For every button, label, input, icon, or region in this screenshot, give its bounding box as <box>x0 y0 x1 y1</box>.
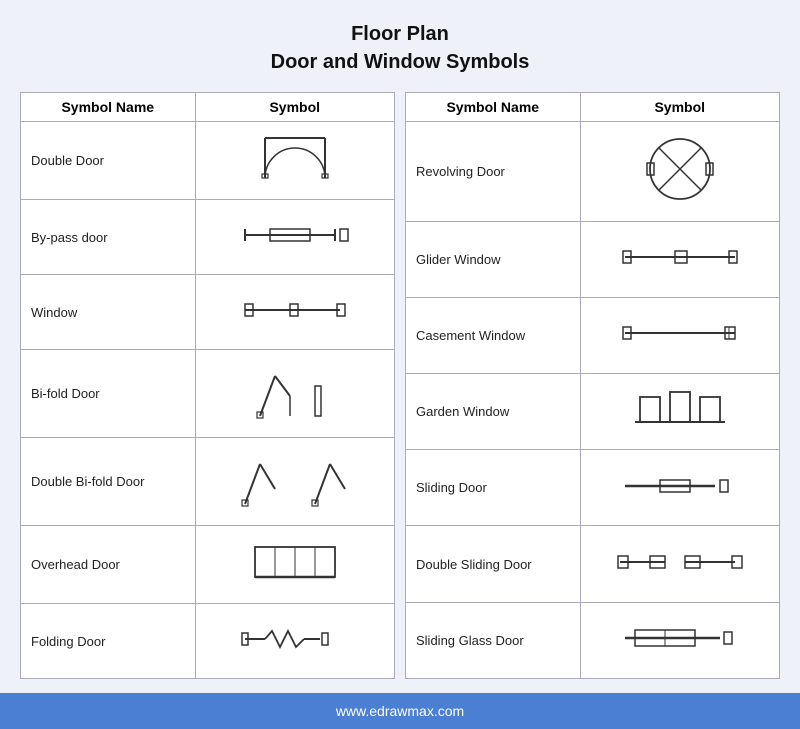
symbol-name: Double Bi-fold Door <box>21 438 196 526</box>
symbol-cell <box>580 122 779 222</box>
symbol-cell <box>580 374 779 450</box>
left-table: Symbol Name Symbol Double Door <box>20 92 395 679</box>
symbol-cell <box>195 604 394 679</box>
left-col1-header: Symbol Name <box>21 93 196 122</box>
symbol-cell <box>195 275 394 350</box>
footer-text: www.edrawmax.com <box>336 703 464 719</box>
symbol-cell <box>195 122 394 200</box>
symbol-name: Double Sliding Door <box>406 526 581 602</box>
table-row: Overhead Door <box>21 526 395 604</box>
symbol-name: Window <box>21 275 196 350</box>
symbol-name: Folding Door <box>21 604 196 679</box>
right-col2-header: Symbol <box>580 93 779 122</box>
right-col1-header: Symbol Name <box>406 93 581 122</box>
symbol-cell <box>580 602 779 678</box>
table-row: Double Sliding Door <box>406 526 780 602</box>
table-row: Bi-fold Door <box>21 350 395 438</box>
symbol-name: Overhead Door <box>21 526 196 604</box>
symbol-cell <box>580 526 779 602</box>
page-title: Floor Plan Door and Window Symbols <box>271 20 530 76</box>
tables-wrapper: Symbol Name Symbol Double Door <box>20 92 780 679</box>
symbol-cell <box>195 438 394 526</box>
symbol-name: Revolving Door <box>406 122 581 222</box>
table-row: Casement Window <box>406 297 780 373</box>
left-col2-header: Symbol <box>195 93 394 122</box>
symbol-cell <box>580 450 779 526</box>
symbol-cell <box>195 350 394 438</box>
symbol-cell <box>195 526 394 604</box>
table-row: Revolving Door <box>406 122 780 222</box>
symbol-name: Sliding Door <box>406 450 581 526</box>
table-row: Glider Window <box>406 221 780 297</box>
table-row: Sliding Door <box>406 450 780 526</box>
symbol-cell <box>195 200 394 275</box>
table-row: Folding Door <box>21 604 395 679</box>
symbol-cell <box>580 297 779 373</box>
symbol-name: By-pass door <box>21 200 196 275</box>
table-row: Garden Window <box>406 374 780 450</box>
symbol-name: Sliding Glass Door <box>406 602 581 678</box>
symbol-name: Casement Window <box>406 297 581 373</box>
footer: www.edrawmax.com <box>0 693 800 729</box>
symbol-name: Garden Window <box>406 374 581 450</box>
table-row: By-pass door <box>21 200 395 275</box>
table-row: Sliding Glass Door <box>406 602 780 678</box>
symbol-name: Bi-fold Door <box>21 350 196 438</box>
table-row: Window <box>21 275 395 350</box>
symbol-name: Double Door <box>21 122 196 200</box>
table-row: Double Bi-fold Door <box>21 438 395 526</box>
symbol-cell <box>580 221 779 297</box>
symbol-name: Glider Window <box>406 221 581 297</box>
right-table: Symbol Name Symbol Revolving Door <box>405 92 780 679</box>
table-row: Double Door <box>21 122 395 200</box>
